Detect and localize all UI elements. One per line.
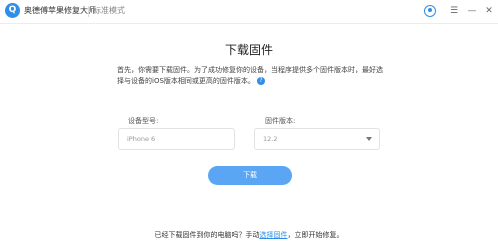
close-icon[interactable]: ✕ [482,4,496,18]
description: 首先，你需要下载固件。为了成功修复你的设备，当程序提供多个固件版本时，最好选择与… [117,65,387,87]
app-logo-icon: Q [5,3,20,18]
app-name: 奥德傅苹果修复大师 [24,6,96,15]
download-button[interactable]: 下载 [208,166,292,185]
select-firmware-link[interactable]: 选择固件 [260,231,288,239]
help-icon[interactable]: ? [256,77,265,85]
title-divider [88,6,89,17]
footer: 已经下载固件到你的电脑吗？手动选择固件，立即开始修复。 [0,230,498,240]
menu-icon[interactable]: ☰ [447,4,461,18]
user-avatar-icon[interactable] [423,4,437,18]
page-title: 下载固件 [224,43,273,57]
firmware-version-value: 12.2 [263,135,278,143]
firmware-version-select[interactable]: 12.2 [254,128,380,150]
footer-prefix: 已经下载固件到你的电脑吗？手动 [154,231,260,239]
mode-label[interactable]: 标准模式 [93,5,125,16]
footer-suffix: ，立即开始修复。 [287,231,344,239]
device-model-label: 设备型号: [128,117,159,125]
chevron-down-icon [366,137,372,141]
device-model-field: iPhone 6 [118,128,235,150]
description-text: 首先，你需要下载固件。为了成功修复你的设备，当程序提供多个固件版本时，最好选择与… [117,66,383,85]
minimize-icon[interactable]: — [465,4,479,18]
title-bar: Q 奥德傅苹果修复大师 标准模式 ☰ — ✕ [0,0,498,24]
firmware-version-label: 固件版本: [265,117,296,125]
